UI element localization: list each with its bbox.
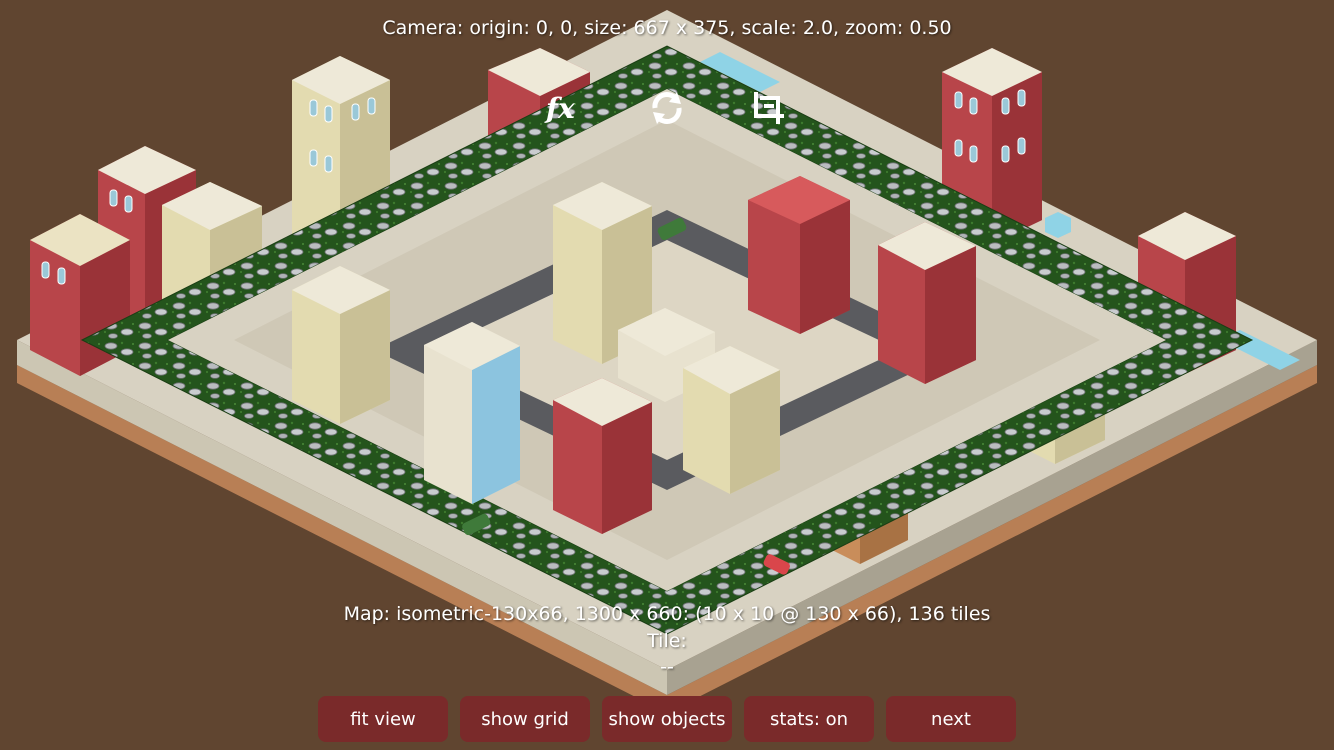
tile-value: --	[660, 656, 674, 678]
map-info-text: Map: isometric-130x66, 1300 x 660: (10 x…	[343, 603, 991, 625]
fx-icon[interactable]: fx	[540, 86, 584, 130]
show-grid-button[interactable]: show grid	[460, 696, 590, 742]
svg-text:fx: fx	[544, 92, 575, 125]
camera-info-text: Camera: origin: 0, 0, size: 667 x 375, s…	[382, 17, 952, 39]
crop-icon[interactable]	[748, 86, 792, 130]
show-objects-button[interactable]: show objects	[602, 696, 732, 742]
bottom-toolbar: fit view show grid show objects stats: o…	[0, 696, 1334, 744]
refresh-icon[interactable]	[645, 86, 689, 130]
tile-label: Tile:	[647, 630, 687, 652]
stats-toggle-button[interactable]: stats: on	[744, 696, 874, 742]
fit-view-button[interactable]: fit view	[318, 696, 448, 742]
next-button[interactable]: next	[886, 696, 1016, 742]
